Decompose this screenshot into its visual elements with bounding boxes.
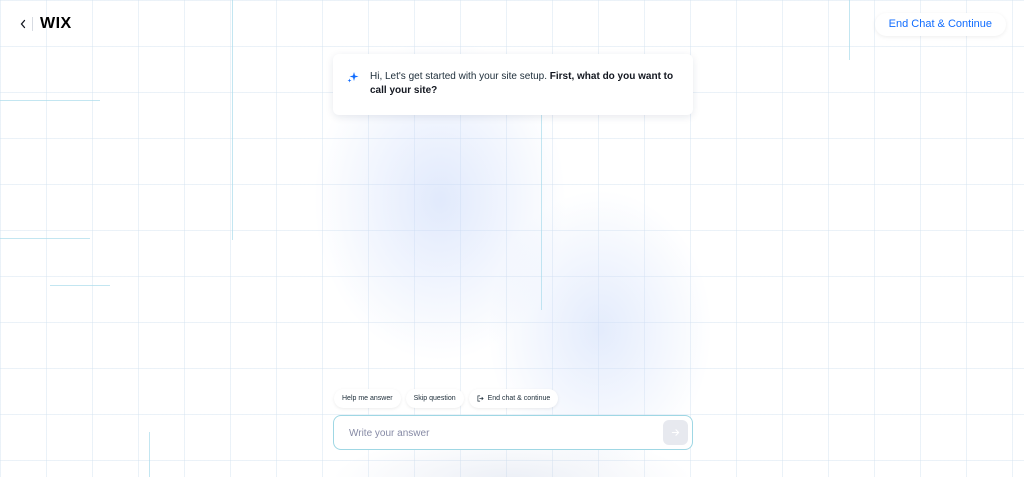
answer-input[interactable] xyxy=(347,416,651,451)
back-button[interactable] xyxy=(14,15,32,33)
background-accent-line xyxy=(541,110,542,310)
top-bar: WIX End Chat & Continue xyxy=(0,0,1024,50)
arrow-right-icon xyxy=(671,429,680,436)
answer-box xyxy=(333,415,693,451)
end-chat-continue-button[interactable]: End Chat & Continue xyxy=(874,13,1006,36)
chip-label: Skip question xyxy=(413,395,456,402)
exit-icon xyxy=(477,395,484,402)
help-me-answer-chip[interactable]: Help me answer xyxy=(334,389,401,408)
background-accent-line xyxy=(0,100,100,101)
header-divider xyxy=(32,17,33,31)
skip-question-chip[interactable]: Skip question xyxy=(405,389,464,408)
background-accent-line xyxy=(50,285,110,286)
assistant-message-text: Hi, Let's get started with your site set… xyxy=(370,70,680,98)
chip-label: End chat & continue xyxy=(487,395,551,402)
chip-label: Help me answer xyxy=(342,395,393,402)
wix-logo: WIX xyxy=(40,15,72,32)
sparkle-icon xyxy=(347,72,359,83)
background-accent-line xyxy=(0,238,90,239)
assistant-message-card: Hi, Let's get started with your site set… xyxy=(333,54,693,115)
background-accent-line xyxy=(149,432,150,477)
send-button[interactable] xyxy=(663,420,688,445)
chevron-left-icon xyxy=(20,19,26,29)
quick-reply-chips: Help me answer Skip question End chat & … xyxy=(334,389,559,408)
message-intro: Hi, Let's get started with your site set… xyxy=(370,71,550,82)
end-chat-continue-chip[interactable]: End chat & continue xyxy=(468,389,559,408)
